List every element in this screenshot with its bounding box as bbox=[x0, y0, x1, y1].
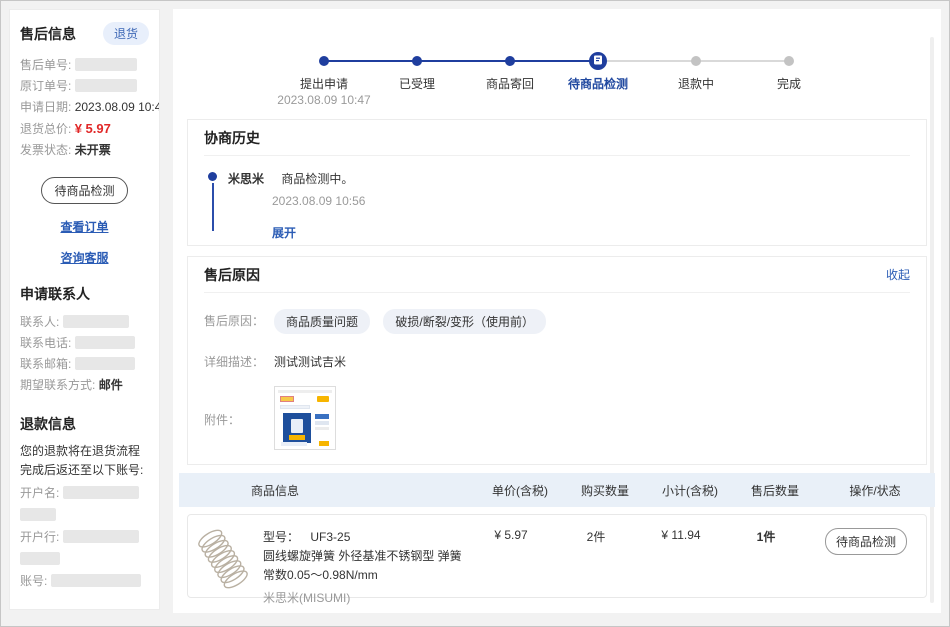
reason-tag: 破损/断裂/变形（使用前） bbox=[383, 309, 546, 334]
refund-total-price: ¥ 5.97 bbox=[75, 121, 111, 136]
reason-tag: 商品质量问题 bbox=[274, 309, 370, 334]
field-contact-method: 期望联系方式: 邮件 bbox=[20, 375, 149, 396]
after-sales-qty-cell: 1件 bbox=[726, 528, 806, 545]
refund-note: 您的退款将在退货流程完成后返还至以下账号: bbox=[20, 442, 149, 479]
view-order-link[interactable]: 查看订单 bbox=[20, 218, 149, 235]
step-dot-complete bbox=[784, 56, 794, 66]
timeline-line bbox=[212, 183, 214, 231]
product-info-cell: 型号： UF3-25 圆线螺旋弹簧 外径基准不锈钢型 弹簧常数0.05～0.98… bbox=[188, 528, 466, 608]
redacted-value bbox=[20, 552, 60, 565]
action-status-cell: 待商品检测 bbox=[806, 528, 926, 555]
negotiation-history-section: 协商历史 米思米 商品检测中。 2023.08.09 10:56 展开 bbox=[187, 119, 927, 246]
col-unit-price: 单价(含税) bbox=[475, 482, 565, 499]
subtotal-cell: ¥ 11.94 bbox=[636, 528, 726, 542]
field-order-no: 原订单号: bbox=[20, 76, 149, 97]
timeline-dot bbox=[208, 172, 217, 181]
field-contact-phone: 联系电话: bbox=[20, 333, 149, 354]
step-dot-shipped-back bbox=[505, 56, 515, 66]
col-subtotal: 小计(含税) bbox=[645, 482, 735, 499]
field-account-number: 账号: bbox=[20, 571, 149, 592]
table-row: 型号： UF3-25 圆线螺旋弹簧 外径基准不锈钢型 弹簧常数0.05～0.98… bbox=[187, 514, 927, 598]
field-service-no: 售后单号: bbox=[20, 55, 149, 76]
product-brand: 米思米(MISUMI) bbox=[263, 589, 466, 608]
redacted-value bbox=[63, 315, 129, 328]
product-model-line: 型号： UF3-25 bbox=[263, 528, 466, 547]
col-product-info: 商品信息 bbox=[179, 482, 475, 499]
product-description: 圆线螺旋弹簧 外径基准不锈钢型 弹簧常数0.05～0.98N/mm bbox=[263, 547, 466, 585]
field-contact-name: 联系人: bbox=[20, 312, 149, 333]
collapse-link[interactable]: 收起 bbox=[886, 266, 910, 283]
col-qty: 购买数量 bbox=[565, 482, 645, 499]
redacted-value bbox=[20, 508, 56, 521]
return-goods-button[interactable]: 退货 bbox=[103, 22, 149, 45]
negotiation-title: 协商历史 bbox=[204, 128, 260, 148]
field-bank-name: 开户行: bbox=[20, 527, 149, 565]
step-dot-accepted bbox=[412, 56, 422, 66]
step-label-complete: 完成 bbox=[729, 75, 849, 92]
attachment-row: 附件： bbox=[204, 386, 910, 450]
after-sales-reason-section: 售后原因 收起 售后原因： 商品质量问题 破损/断裂/变形（使用前） 详细描述：… bbox=[187, 256, 927, 465]
step-dot-refunding bbox=[691, 56, 701, 66]
product-model: UF3-25 bbox=[310, 530, 350, 544]
redacted-value bbox=[63, 486, 139, 499]
inspection-icon bbox=[593, 54, 603, 68]
after-sales-detail-page: { "colors": { "accent_blue": "#2b5cb5", … bbox=[0, 0, 950, 627]
negotiation-timeline: 米思米 商品检测中。 2023.08.09 10:56 展开 bbox=[204, 156, 910, 241]
after-sales-main: 提出申请 已受理 商品寄回 待商品检测 退款中 完成 2023.08.09 10… bbox=[173, 9, 941, 613]
refund-section-title: 退款信息 bbox=[20, 414, 149, 434]
progress-line-done bbox=[323, 60, 599, 62]
reason-description: 测试测试吉米 bbox=[274, 350, 346, 370]
field-apply-date: 申请日期: 2023.08.09 10:47 bbox=[20, 97, 149, 118]
expand-link[interactable]: 展开 bbox=[272, 224, 296, 241]
redacted-value bbox=[75, 58, 137, 71]
field-account-name: 开户名: bbox=[20, 483, 149, 521]
col-action-status: 操作/状态 bbox=[815, 482, 935, 499]
field-contact-email: 联系邮箱: bbox=[20, 354, 149, 375]
field-refund-total: 退货总价: ¥ 5.97 bbox=[20, 118, 149, 140]
qty-cell: 2件 bbox=[556, 528, 636, 545]
after-sales-sidebar: 售后信息 退货 售后单号: 原订单号: 申请日期: 2023.08.09 10:… bbox=[9, 9, 160, 610]
step-date-submitted: 2023.08.09 10:47 bbox=[254, 93, 394, 107]
message-sender: 米思米 bbox=[228, 172, 264, 186]
reason-desc-row: 详细描述： 测试测试吉米 bbox=[204, 350, 910, 370]
field-invoice-status: 发票状态: 未开票 bbox=[20, 140, 149, 161]
reason-tags-row: 售后原因： 商品质量问题 破损/断裂/变形（使用前） bbox=[204, 309, 910, 334]
row-status-badge: 待商品检测 bbox=[825, 528, 907, 555]
message-text: 商品检测中。 bbox=[281, 172, 353, 186]
redacted-value bbox=[75, 336, 135, 349]
reason-title: 售后原因 bbox=[204, 265, 260, 285]
attachment-thumbnail[interactable] bbox=[274, 386, 336, 450]
col-after-sales-qty: 售后数量 bbox=[735, 482, 815, 499]
spring-product-image[interactable] bbox=[196, 525, 251, 593]
redacted-value bbox=[51, 574, 141, 587]
redacted-value bbox=[63, 530, 139, 543]
step-dot-submitted bbox=[319, 56, 329, 66]
progress-stepper: 提出申请 已受理 商品寄回 待商品检测 退款中 完成 2023.08.09 10… bbox=[173, 45, 941, 117]
product-table-header: 商品信息 单价(含税) 购买数量 小计(含税) 售后数量 操作/状态 bbox=[179, 473, 935, 507]
redacted-value bbox=[75, 357, 135, 370]
contact-support-link[interactable]: 咨询客服 bbox=[20, 249, 149, 266]
message-time: 2023.08.09 10:56 bbox=[272, 194, 910, 208]
scrollbar[interactable] bbox=[930, 37, 934, 603]
unit-price-cell: ¥ 5.97 bbox=[466, 528, 556, 542]
sidebar-title: 售后信息 bbox=[20, 24, 76, 44]
step-dot-inspection-current bbox=[589, 52, 607, 70]
contact-section-title: 申请联系人 bbox=[20, 284, 149, 304]
status-badge: 待商品检测 bbox=[41, 177, 127, 204]
redacted-value bbox=[75, 79, 137, 92]
